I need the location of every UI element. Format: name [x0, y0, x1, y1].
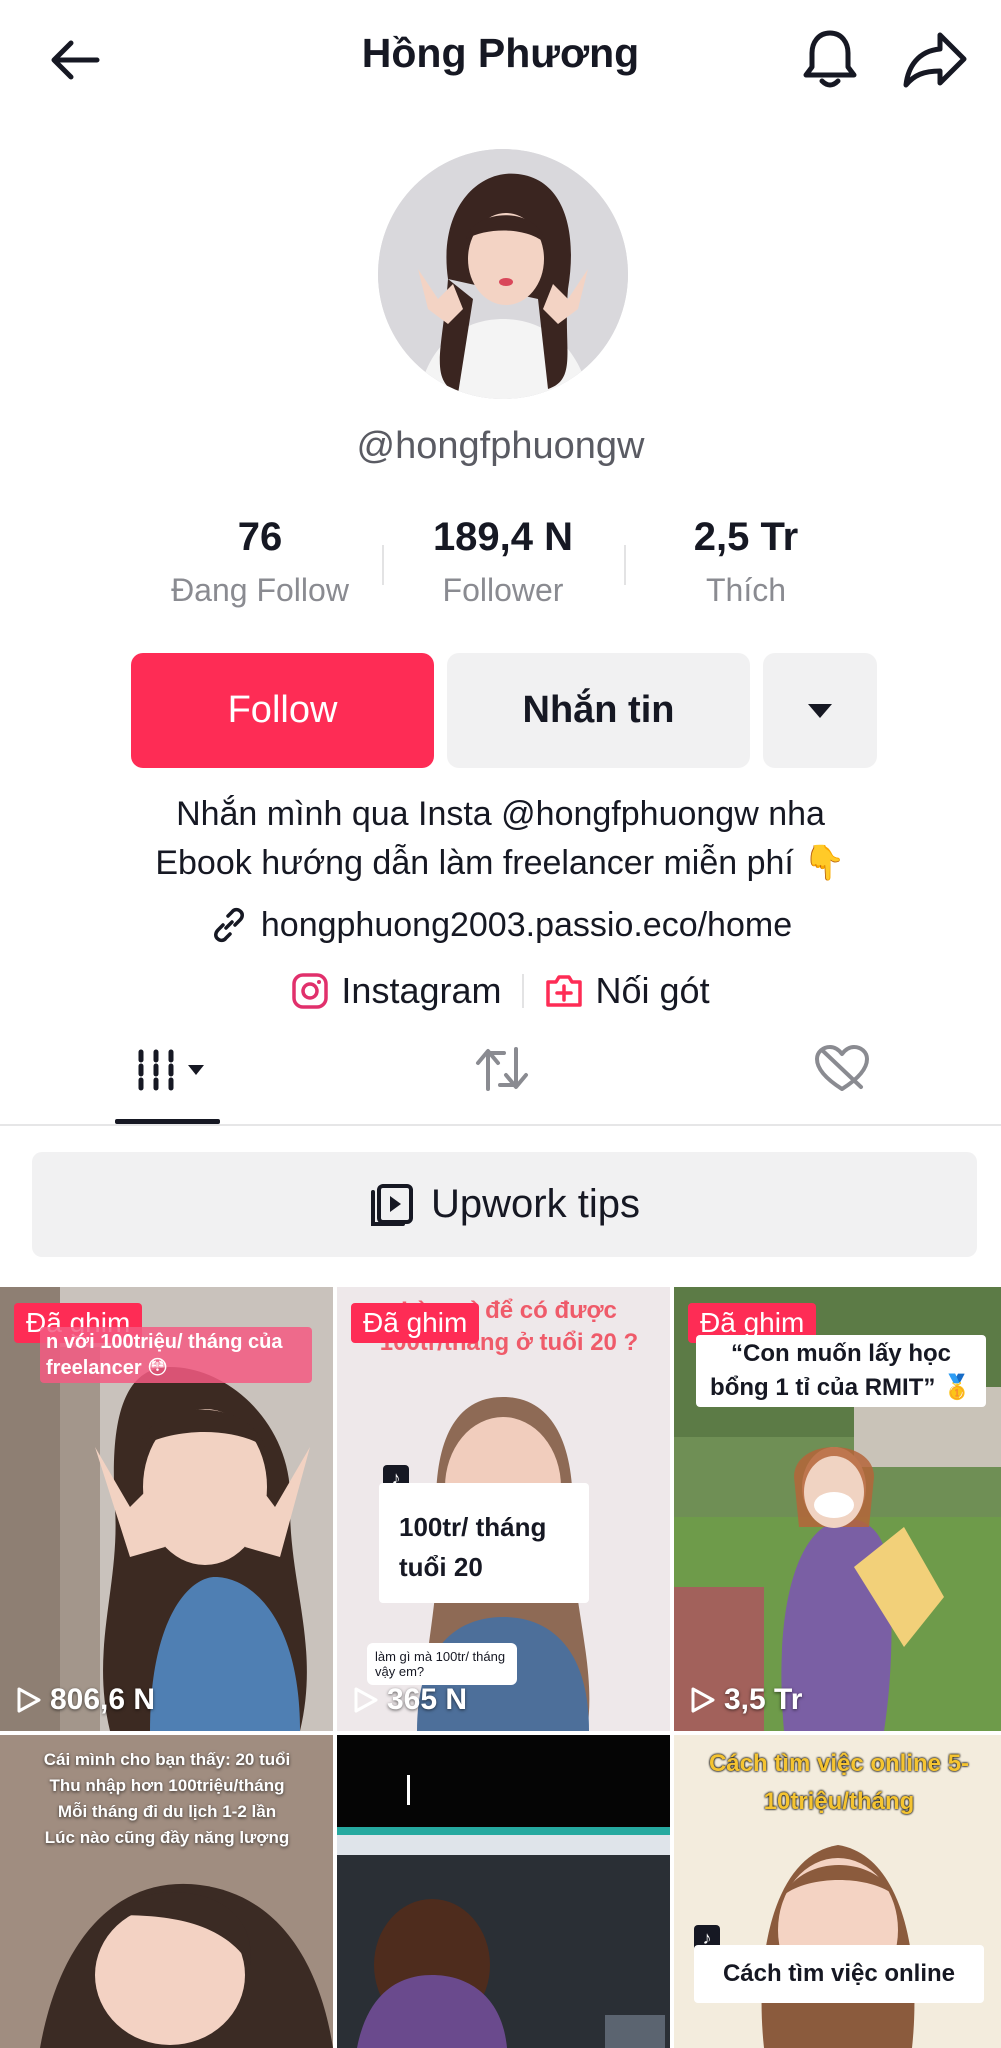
repost-icon	[476, 1047, 528, 1091]
play-icon	[354, 1687, 378, 1713]
tab-liked[interactable]	[813, 1043, 873, 1097]
add-video-icon	[545, 975, 582, 1007]
instagram-link[interactable]: Instagram	[291, 970, 502, 1012]
avatar-photo	[378, 149, 628, 399]
more-options-button[interactable]	[763, 653, 877, 768]
play-icon	[17, 1687, 41, 1713]
video-caption: n với 100triệu/ tháng của freelancer 😳	[40, 1327, 312, 1383]
tabs-divider	[0, 1124, 1001, 1126]
social-divider	[521, 974, 524, 1008]
link-icon	[213, 907, 244, 943]
view-count: 806,6 N	[16, 1683, 155, 1717]
video-card-text: Cách tìm việc online	[694, 1945, 984, 2003]
playlist-upwork-tips[interactable]: Upwork tips	[32, 1152, 977, 1257]
bio-line-2: Ebook hướng dẫn làm freelancer miễn phí …	[155, 844, 846, 882]
following-count: 76	[237, 515, 283, 559]
notification-button[interactable]	[795, 24, 865, 94]
bio-line-1: Nhắn mình qua Insta @hongfphuongw nha	[176, 795, 825, 833]
video-caption: Cách tìm việc online 5-10triệu/tháng	[708, 1750, 970, 1815]
pinned-badge: Đã ghim	[351, 1303, 480, 1343]
instagram-icon	[292, 973, 329, 1009]
play-icon	[691, 1687, 715, 1713]
video-thumbnail	[337, 1735, 670, 2048]
video-caption: “Con muốn lấy học bổng 1 tỉ của RMIT” 🥇	[696, 1335, 986, 1407]
caret-down-icon	[188, 1065, 204, 1075]
video-caption: Cái mình cho bạn thấy: 20 tuổi Thu nhập …	[43, 1750, 291, 1847]
video-tile[interactable]: Làm gì để có được 100tr/tháng ở tuổi 20 …	[337, 1287, 670, 1731]
connect-link[interactable]: Nối gót	[544, 970, 710, 1012]
following-stat[interactable]: 76 Đang Follow	[150, 515, 370, 609]
likes-label: Thích	[705, 572, 787, 608]
view-count-text: 3,5 Tr	[724, 1683, 803, 1716]
followers-label: Follower	[442, 572, 564, 608]
video-tile[interactable]	[337, 1735, 670, 2048]
following-label: Đang Follow	[171, 572, 349, 608]
bio-link-text: hongphuong2003.passio.eco/home	[260, 905, 793, 944]
video-tile[interactable]: Đã ghim n với 100triệu/ tháng của freela…	[0, 1287, 333, 1731]
likes-count: 2,5 Tr	[693, 515, 799, 559]
share-button[interactable]	[898, 26, 972, 92]
comment-reply-text: làm gì mà 100tr/ tháng vậy em?	[375, 1649, 506, 1679]
view-count-text: 365 N	[387, 1683, 468, 1716]
playlist-label: Upwork tips	[431, 1182, 640, 1226]
bell-icon	[803, 30, 857, 88]
stat-divider	[624, 545, 626, 585]
video-tile[interactable]: Đã ghim “Con muốn lấy học bổng 1 tỉ của …	[674, 1287, 1001, 1731]
username: @hongfphuongw	[356, 425, 645, 467]
connect-label: Nối gót	[595, 970, 710, 1011]
followers-count: 189,4 N	[432, 515, 574, 559]
social-links: Instagram Nối gót	[0, 970, 1001, 1012]
comment-reply-bubble: làm gì mà 100tr/ tháng vậy em?	[367, 1643, 517, 1685]
tab-videos[interactable]	[135, 1045, 215, 1095]
video-card-text: 100tr/ tháng tuổi 20	[379, 1483, 589, 1603]
grid-icon	[138, 1049, 174, 1091]
follow-button[interactable]: Follow	[131, 653, 434, 768]
followers-stat[interactable]: 189,4 N Follower	[393, 515, 613, 609]
share-arrow-icon	[903, 32, 967, 88]
stat-divider	[382, 545, 384, 585]
video-tile[interactable]: Cách tìm việc online 5-10triệu/tháng ♪ C…	[674, 1735, 1001, 2048]
playlist-icon	[371, 1183, 414, 1226]
message-button[interactable]: Nhắn tin	[447, 653, 750, 768]
tab-reposts[interactable]	[474, 1043, 534, 1097]
view-count: 365 N	[353, 1683, 467, 1717]
hidden-heart-icon	[815, 1045, 869, 1091]
caret-down-icon	[808, 703, 832, 718]
bio-link[interactable]: hongphuong2003.passio.eco/home	[0, 905, 1001, 945]
view-count: 3,5 Tr	[690, 1683, 802, 1717]
view-count-text: 806,6 N	[50, 1683, 156, 1716]
avatar[interactable]	[378, 149, 628, 399]
likes-stat[interactable]: 2,5 Tr Thích	[636, 515, 856, 609]
instagram-label: Instagram	[341, 970, 502, 1011]
video-tile[interactable]: Cái mình cho bạn thấy: 20 tuổi Thu nhập …	[0, 1735, 333, 2048]
